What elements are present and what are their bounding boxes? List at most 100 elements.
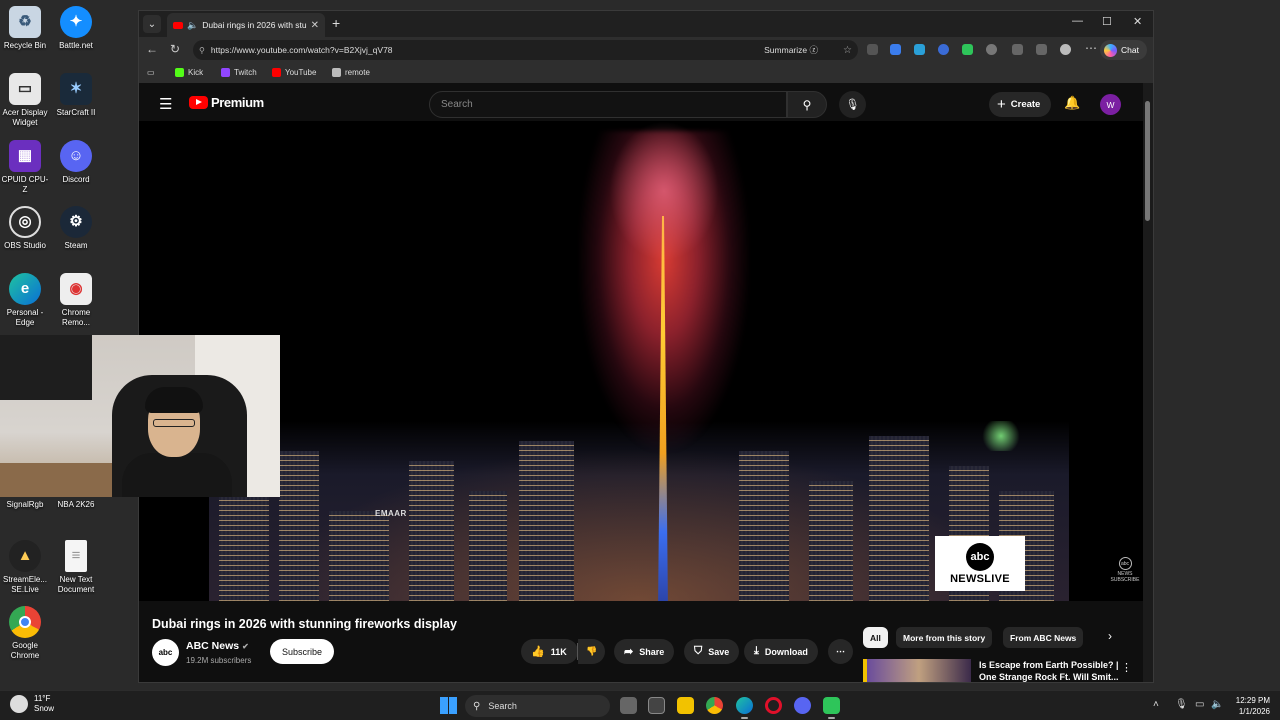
start-windows-icon[interactable] <box>440 697 457 714</box>
tab-actions-menu-button[interactable]: ⌄ <box>143 15 161 33</box>
recommendation-title[interactable]: Is Escape from Earth Possible? | One Str… <box>979 659 1119 682</box>
subscribe-button[interactable]: Subscribe <box>270 639 335 664</box>
video-title: Dubai rings in 2026 with stunning firewo… <box>152 617 457 631</box>
desktop-icon-acer-display-widget[interactable]: ▭ Acer Display Widget <box>0 73 50 128</box>
desktop-icon-chrome-remote[interactable]: ◉ Chrome Remo... <box>51 273 101 328</box>
favorites-icon[interactable] <box>1036 44 1047 55</box>
copilot-chat-button[interactable]: Chat <box>1100 40 1147 60</box>
chip-from-abc-news[interactable]: From ABC News <box>1003 627 1084 648</box>
search-input[interactable]: Search <box>429 91 787 118</box>
desktop-icon-personal-edge[interactable]: e Personal - Edge <box>0 273 50 328</box>
back-button[interactable]: ← <box>146 42 158 56</box>
browser-window: ⌄ 🔈 Dubai rings in 2026 with stunn ✕ + —… <box>138 10 1154 683</box>
more-options-icon[interactable]: ⋯ <box>1085 41 1097 55</box>
task-view-icon[interactable] <box>620 697 637 714</box>
youtube-logo[interactable]: Premium <box>189 95 264 110</box>
discord-taskbar-icon[interactable] <box>794 697 811 714</box>
desktop-icon-recycle-bin[interactable]: ♻ Recycle Bin <box>0 6 50 51</box>
scrollbar-thumb[interactable] <box>1145 101 1150 221</box>
favorite-star-icon[interactable]: ☆ <box>843 45 852 56</box>
desktop-icon-new-text-document[interactable]: ≡ New Text Document <box>51 540 101 595</box>
download-button[interactable]: ⤓ Download <box>744 639 818 664</box>
chip-all[interactable]: All <box>863 627 888 648</box>
widgets-icon[interactable] <box>648 697 665 714</box>
volume-icon[interactable]: 🔈 <box>1211 699 1223 710</box>
search-button[interactable]: ⚲ <box>787 91 827 118</box>
extension-icon[interactable] <box>938 44 949 55</box>
desktop-icon-label: Google Chrome <box>10 641 40 660</box>
system-clock[interactable]: 12:29 PM 1/1/2026 <box>1226 695 1270 717</box>
edge-taskbar-icon[interactable] <box>736 697 753 719</box>
profile-icon[interactable] <box>1060 44 1071 55</box>
abc-news-watermark[interactable]: abc NEWS SUBSCRIBE <box>1105 557 1145 583</box>
account-avatar[interactable]: W <box>1100 94 1121 115</box>
microphone-tray-icon[interactable]: 🎙 <box>1175 699 1188 710</box>
chevron-right-icon[interactable]: › <box>1108 629 1112 643</box>
notifications-bell-icon[interactable]: 🔔 <box>1064 95 1080 111</box>
app-taskbar-icon[interactable] <box>823 697 840 719</box>
chrome-taskbar-icon[interactable] <box>706 697 723 714</box>
desktop-icon-obs[interactable]: ◎ OBS Studio <box>0 206 50 251</box>
minimize-button[interactable]: — <box>1072 15 1083 27</box>
voice-search-button[interactable]: 🎙 <box>839 91 866 118</box>
desktop-icon-discord[interactable]: ☺ Discord <box>51 140 101 185</box>
video-player[interactable]: EMAAR abc NEWSLIVE abc NEWS SUBSCRIBE <box>139 121 1145 601</box>
taskbar-search[interactable]: ⚲ Search <box>465 695 610 717</box>
desktop-icon-google-chrome[interactable]: Google Chrome <box>0 606 50 661</box>
extension-icon[interactable] <box>867 44 878 55</box>
site-info-icon[interactable]: ⚲ <box>199 46 205 55</box>
hamburger-menu-icon[interactable]: ☰ <box>159 95 172 113</box>
extension-icon[interactable] <box>962 44 973 55</box>
extension-icon[interactable] <box>986 44 997 55</box>
close-tab-icon[interactable]: ✕ <box>311 20 319 31</box>
new-tab-button[interactable]: + <box>332 15 340 31</box>
desktop-icon-label: New Text Document <box>57 575 95 594</box>
tab-active[interactable]: 🔈 Dubai rings in 2026 with stunn ✕ <box>167 13 325 37</box>
favorite-kick[interactable]: Kick <box>175 68 203 77</box>
favorites-folder-icon[interactable]: ▭ <box>147 68 155 77</box>
favorite-twitch[interactable]: Twitch <box>221 68 257 77</box>
recommendation-thumbnail[interactable] <box>863 659 971 682</box>
favorite-youtube[interactable]: YouTube <box>272 68 316 77</box>
share-button[interactable]: ➦ Share <box>614 639 675 664</box>
desktop-icon-nba2k[interactable]: NBA 2K26 <box>51 500 101 510</box>
url-field[interactable]: ⚲ https://www.youtube.com/watch?v=B2Xjvj… <box>193 40 858 60</box>
extension-icon[interactable] <box>914 44 925 55</box>
summarize-button[interactable]: Summarize ⓩ <box>764 44 818 56</box>
desktop-icon-label: NBA 2K26 <box>57 500 95 509</box>
extensions-icon[interactable] <box>1012 44 1023 55</box>
channel-avatar[interactable]: abc <box>152 639 179 666</box>
obs-icon: ◎ <box>9 206 41 238</box>
speaker-icon[interactable]: 🔈 <box>187 20 198 31</box>
desktop-icon-cpuz[interactable]: ▦ CPUID CPU-Z <box>0 140 50 195</box>
download-label: Download <box>764 646 808 657</box>
network-icon[interactable]: ▭ <box>1195 699 1204 710</box>
tab-title: Dubai rings in 2026 with stunn <box>202 20 307 30</box>
extension-icon[interactable] <box>890 44 901 55</box>
save-button[interactable]: ⛉ Save <box>684 639 740 664</box>
more-actions-button[interactable]: ⋯ <box>828 639 853 664</box>
save-label: Save <box>708 646 730 657</box>
like-button[interactable]: 👍 11K <box>521 639 578 664</box>
opera-taskbar-icon[interactable] <box>765 697 782 714</box>
desktop-icon-steam[interactable]: ⚙ Steam <box>51 206 101 251</box>
desktop-icon-signalrgb[interactable]: SignalRgb <box>0 500 50 510</box>
more-vertical-icon[interactable]: ⋮ <box>1121 661 1132 674</box>
page-scrollbar[interactable] <box>1143 83 1153 682</box>
dislike-button[interactable]: 👎 <box>578 639 606 664</box>
favorite-remote[interactable]: remote <box>332 68 370 77</box>
channel-name[interactable]: ABC News ✔ <box>186 640 249 652</box>
file-explorer-icon[interactable] <box>677 697 694 714</box>
youtube-icon <box>272 68 281 77</box>
show-hidden-icons-chevron-icon[interactable]: ˄ <box>1153 699 1159 710</box>
close-window-button[interactable]: ✕ <box>1133 15 1142 28</box>
weather-widget[interactable]: 11°F Snow <box>10 694 54 714</box>
chip-more-from-this-story[interactable]: More from this story <box>896 627 993 648</box>
desktop-icon-streamelements[interactable]: ▲ StreamEle... SE.Live <box>0 540 50 595</box>
streamelements-icon: ▲ <box>9 540 41 572</box>
refresh-button[interactable]: ↻ <box>170 42 180 56</box>
maximize-button[interactable]: ☐ <box>1102 15 1112 28</box>
create-button[interactable]: + Create <box>989 92 1052 117</box>
desktop-icon-battlenet[interactable]: ✦ Battle.net <box>51 6 101 51</box>
desktop-icon-starcraft[interactable]: ✶ StarCraft II <box>51 73 101 118</box>
